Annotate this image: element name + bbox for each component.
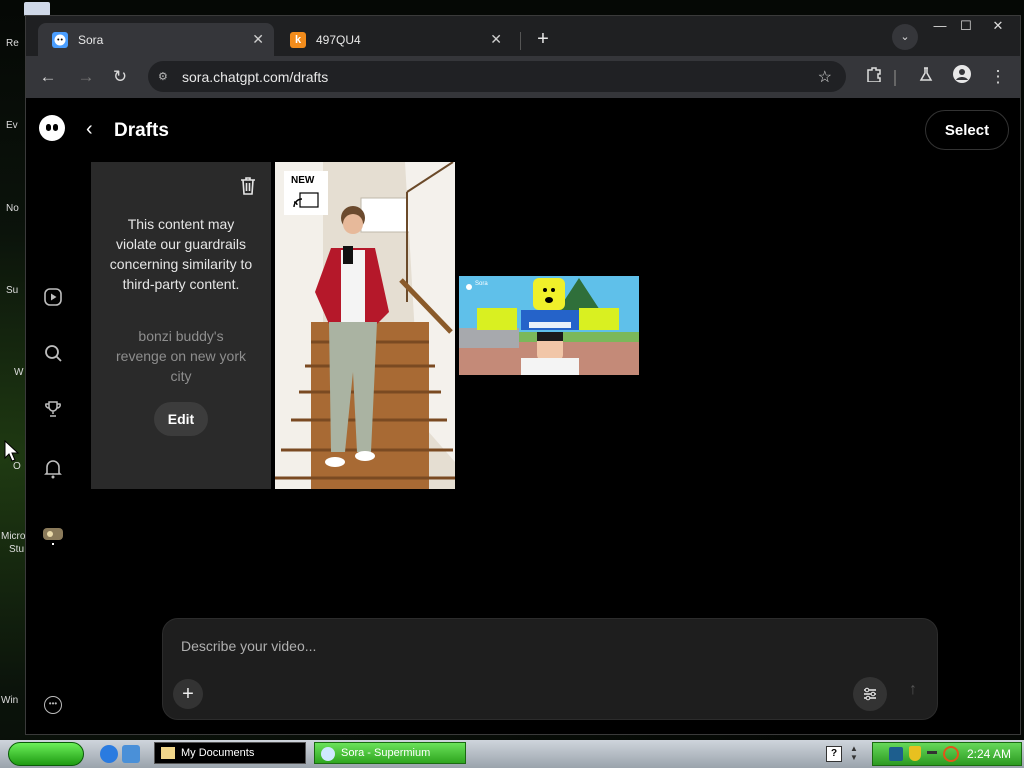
tray-bar-icon[interactable] bbox=[927, 751, 937, 754]
address-bar[interactable]: ⚙ sora.chatgpt.com/drafts ☆ bbox=[148, 61, 846, 92]
draft-card-video-roblox[interactable]: Sora bbox=[459, 276, 639, 375]
new-badge-label: NEW bbox=[291, 175, 315, 186]
tab-separator bbox=[520, 32, 521, 50]
reload-icon[interactable]: ↻ bbox=[106, 64, 134, 90]
tab-title: 497QU4 bbox=[316, 32, 361, 47]
new-badge: NEW bbox=[284, 171, 328, 215]
browser-window: Sora ✕ k 497QU4 ✕ + ⌄ — ☐ ✕ ← → ↻ ⚙ sora… bbox=[25, 15, 1021, 735]
start-button[interactable] bbox=[8, 742, 84, 766]
guardrail-warning-text: This content may violate our guardrails … bbox=[109, 216, 253, 292]
network-icon[interactable] bbox=[889, 747, 903, 761]
prompt-composer: + ↑ bbox=[162, 618, 938, 720]
desktop-icon-top[interactable] bbox=[24, 2, 50, 16]
desktop-icon-label[interactable]: W bbox=[14, 367, 23, 378]
profile-thumbnail-icon[interactable] bbox=[42, 524, 64, 546]
desktop-icon-label[interactable]: Micro bbox=[1, 531, 25, 542]
minimize-icon[interactable]: — bbox=[926, 18, 954, 33]
video-feed-icon[interactable] bbox=[42, 286, 64, 308]
sora-logo-icon[interactable] bbox=[39, 115, 65, 141]
notifications-bell-icon[interactable] bbox=[42, 458, 64, 480]
taskbar-item-my-documents[interactable]: My Documents bbox=[154, 742, 306, 764]
more-options-icon[interactable]: ••• bbox=[44, 696, 62, 714]
k-icon: k bbox=[290, 31, 306, 48]
desktop-icon-label[interactable]: Stu bbox=[9, 544, 24, 555]
select-button[interactable]: Select bbox=[925, 110, 1009, 150]
close-window-icon[interactable]: ✕ bbox=[984, 18, 1012, 34]
desktop-icon-label[interactable]: Win bbox=[1, 695, 18, 706]
folder-icon bbox=[161, 747, 175, 759]
cast-icon bbox=[293, 192, 319, 208]
bookmark-star-icon[interactable]: ☆ bbox=[818, 67, 832, 87]
add-media-plus-icon[interactable]: + bbox=[173, 679, 203, 709]
trophy-icon[interactable] bbox=[42, 398, 64, 420]
video-thumbnail-roblox bbox=[459, 276, 639, 375]
tab-sora[interactable]: Sora ✕ bbox=[38, 23, 274, 56]
new-tab-button[interactable]: + bbox=[530, 26, 556, 52]
task-label: Sora - Supermium bbox=[341, 747, 431, 759]
profile-avatar-icon[interactable] bbox=[948, 64, 976, 90]
trash-icon[interactable] bbox=[239, 176, 257, 196]
sora-ghost-icon bbox=[52, 31, 68, 48]
system-tray: 2:24 AM bbox=[872, 742, 1022, 766]
desktop-icons: Re Ev No Su W O Micro Stu Win bbox=[0, 0, 26, 740]
tab-title: Sora bbox=[78, 32, 104, 47]
taskbar-item-sora-supermium[interactable]: Sora - Supermium bbox=[314, 742, 466, 764]
desktop-icon-label[interactable]: Ev bbox=[6, 120, 18, 131]
site-settings-icon[interactable]: ⚙ bbox=[158, 70, 174, 84]
search-tray-icon[interactable] bbox=[943, 746, 959, 762]
mouse-cursor-icon bbox=[4, 440, 20, 462]
desktop-icon-label[interactable]: Re bbox=[6, 38, 19, 49]
internet-explorer-icon[interactable] bbox=[100, 745, 118, 763]
edit-button[interactable]: Edit bbox=[154, 402, 208, 436]
draft-prompt-text: bonzi buddy's revenge on new york city bbox=[116, 328, 246, 384]
page-title: Drafts bbox=[114, 120, 169, 141]
tab-497qu4[interactable]: k 497QU4 ✕ bbox=[276, 23, 512, 56]
draft-card-video-stairs[interactable]: NEW bbox=[275, 162, 455, 489]
close-tab-icon[interactable]: ✕ bbox=[252, 31, 264, 48]
close-tab-icon[interactable]: ✕ bbox=[490, 31, 502, 48]
search-icon[interactable] bbox=[42, 342, 64, 364]
menu-kebab-icon[interactable]: ⋮ bbox=[984, 64, 1012, 90]
back-chevron-icon[interactable]: ‹ bbox=[86, 118, 93, 141]
labs-flask-icon[interactable] bbox=[912, 64, 940, 90]
toolbar-divider bbox=[894, 70, 896, 86]
settings-sliders-icon[interactable] bbox=[853, 677, 887, 711]
back-nav-icon[interactable]: ← bbox=[34, 64, 62, 90]
tray-scroll-icon[interactable]: ▲ ▼ bbox=[850, 744, 858, 762]
toolbar: ← → ↻ ⚙ sora.chatgpt.com/drafts ☆ ⋮ bbox=[26, 56, 1020, 98]
url-text: sora.chatgpt.com/drafts bbox=[182, 68, 329, 85]
sora-drafts-page: ‹ Drafts Select ••• This content may vio… bbox=[26, 98, 1020, 734]
forward-nav-icon[interactable]: → bbox=[72, 64, 100, 90]
browser-app-icon bbox=[321, 747, 335, 761]
desktop-icon-label[interactable]: O bbox=[13, 461, 21, 472]
desktop-icon-label[interactable]: No bbox=[6, 203, 19, 214]
taskbar: My Documents Sora - Supermium ? ▲ ▼ 2:24 … bbox=[0, 740, 1024, 768]
maximize-icon[interactable]: ☐ bbox=[952, 18, 980, 34]
help-icon[interactable]: ? bbox=[826, 746, 842, 762]
tab-strip: Sora ✕ k 497QU4 ✕ + ⌄ — ☐ ✕ bbox=[26, 16, 1020, 56]
tab-search-button[interactable]: ⌄ bbox=[892, 24, 918, 50]
sora-watermark: Sora bbox=[475, 281, 488, 287]
quick-launch-icon[interactable] bbox=[122, 745, 140, 763]
submit-arrow-icon[interactable]: ↑ bbox=[901, 681, 925, 705]
draft-card-blocked[interactable]: This content may violate our guardrails … bbox=[91, 162, 271, 489]
security-shield-icon[interactable] bbox=[909, 746, 921, 761]
desktop-icon-label[interactable]: Su bbox=[6, 285, 18, 296]
describe-video-input[interactable] bbox=[179, 637, 783, 655]
extensions-icon[interactable] bbox=[860, 64, 888, 90]
clock: 2:24 AM bbox=[966, 747, 1011, 761]
task-label: My Documents bbox=[181, 747, 255, 759]
